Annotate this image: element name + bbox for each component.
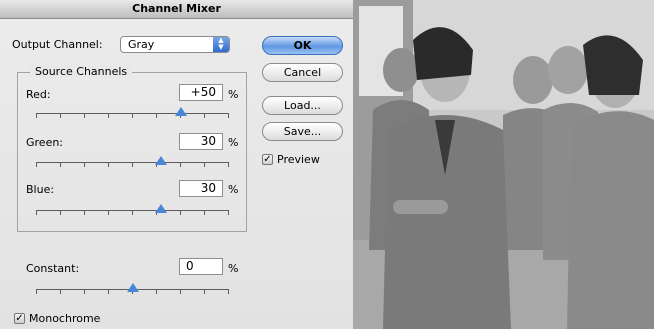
load-button[interactable]: Load...: [262, 96, 343, 115]
constant-value-field[interactable]: 0: [179, 258, 223, 275]
checkmark-icon: ✓: [15, 313, 24, 324]
red-value-field[interactable]: +50: [179, 84, 223, 101]
red-percent-label: %: [228, 88, 239, 101]
blue-label: Blue:: [26, 183, 55, 196]
monochrome-label: Monochrome: [29, 312, 101, 325]
blue-percent-label: %: [228, 183, 239, 196]
photo-of-girls-in-uniform: [353, 0, 654, 329]
preview-label: Preview: [277, 153, 320, 166]
red-slider-thumb[interactable]: [175, 107, 187, 116]
constant-slider-thumb[interactable]: [127, 283, 139, 292]
grayscale-photo-preview: [353, 0, 654, 329]
ok-button[interactable]: OK: [262, 36, 343, 55]
blue-slider-ticks: [36, 211, 229, 215]
green-label: Green:: [26, 136, 64, 149]
green-value-field[interactable]: 30: [179, 133, 223, 150]
red-label: Red:: [26, 88, 51, 101]
source-channels-title: Source Channels: [30, 65, 133, 78]
save-button[interactable]: Save...: [262, 122, 343, 141]
output-channel-select[interactable]: Gray ▲ ▼: [120, 36, 230, 53]
output-channel-label: Output Channel:: [12, 38, 103, 51]
red-slider-ticks: [36, 114, 229, 118]
select-arrows-icon: ▲ ▼: [213, 37, 229, 52]
channel-mixer-dialog: Channel Mixer Output Channel: Gray ▲ ▼ So…: [0, 0, 353, 329]
blue-value-field[interactable]: 30: [179, 180, 223, 197]
cancel-button[interactable]: Cancel: [262, 63, 343, 82]
output-channel-value: Gray: [128, 38, 155, 51]
dialog-title: Channel Mixer: [0, 0, 353, 19]
green-slider-ticks: [36, 163, 229, 167]
green-percent-label: %: [228, 136, 239, 149]
checkmark-icon: ✓: [263, 154, 272, 165]
monochrome-checkbox[interactable]: ✓: [14, 313, 25, 324]
blue-slider-thumb[interactable]: [155, 204, 167, 213]
green-slider-thumb[interactable]: [155, 156, 167, 165]
constant-percent-label: %: [228, 262, 239, 275]
constant-label: Constant:: [26, 262, 80, 275]
preview-checkbox[interactable]: ✓: [262, 154, 273, 165]
